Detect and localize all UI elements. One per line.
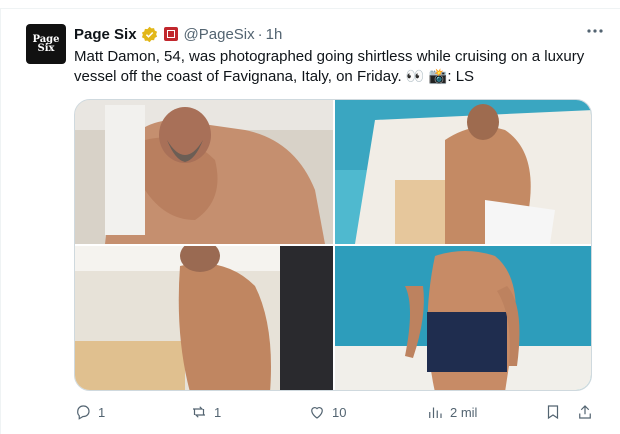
repost-count: 1 [214, 404, 222, 420]
views-count: 2 mil [450, 404, 478, 420]
verified-badge-icon [141, 26, 157, 42]
bookmark-icon [547, 405, 559, 420]
divider [0, 8, 620, 9]
reply-icon [77, 405, 90, 420]
avatar-text: Page Six [32, 34, 60, 54]
tweet-header: Page Six @PageSix · 1h [74, 24, 282, 44]
more-icon[interactable] [586, 22, 604, 45]
timestamp[interactable]: 1h [266, 26, 283, 43]
photo-1[interactable] [75, 100, 333, 244]
photo-4[interactable] [335, 246, 591, 390]
author-name[interactable]: Page Six [74, 26, 137, 43]
avatar[interactable]: Page Six [26, 24, 66, 64]
repost-button[interactable]: 1 [190, 403, 308, 421]
like-button[interactable]: 10 [308, 403, 426, 421]
photo-3[interactable] [75, 246, 333, 390]
views-button[interactable]: 2 mil [426, 403, 544, 421]
reply-count: 1 [98, 404, 106, 420]
share-icon [579, 405, 591, 419]
media-grid[interactable] [74, 99, 592, 391]
bookmark-button[interactable] [544, 403, 576, 421]
separator: · [257, 25, 263, 43]
reply-button[interactable]: 1 [74, 403, 190, 421]
divider [0, 8, 1, 434]
page-six-affiliate-icon[interactable] [163, 27, 178, 41]
author-handle[interactable]: @PageSix [184, 26, 255, 43]
like-count: 10 [332, 404, 347, 420]
heart-icon [311, 407, 323, 419]
share-button[interactable] [576, 403, 598, 421]
photo-2[interactable] [335, 100, 591, 244]
tweet-text: Matt Damon, 54, was photographed going s… [74, 48, 585, 85]
repost-icon [193, 406, 205, 418]
views-icon [429, 407, 442, 418]
tweet[interactable]: Page Six Page Six @PageSix · 1h Matt Dam… [0, 0, 620, 434]
action-bar: 1 1 10 2 mil [74, 402, 604, 422]
